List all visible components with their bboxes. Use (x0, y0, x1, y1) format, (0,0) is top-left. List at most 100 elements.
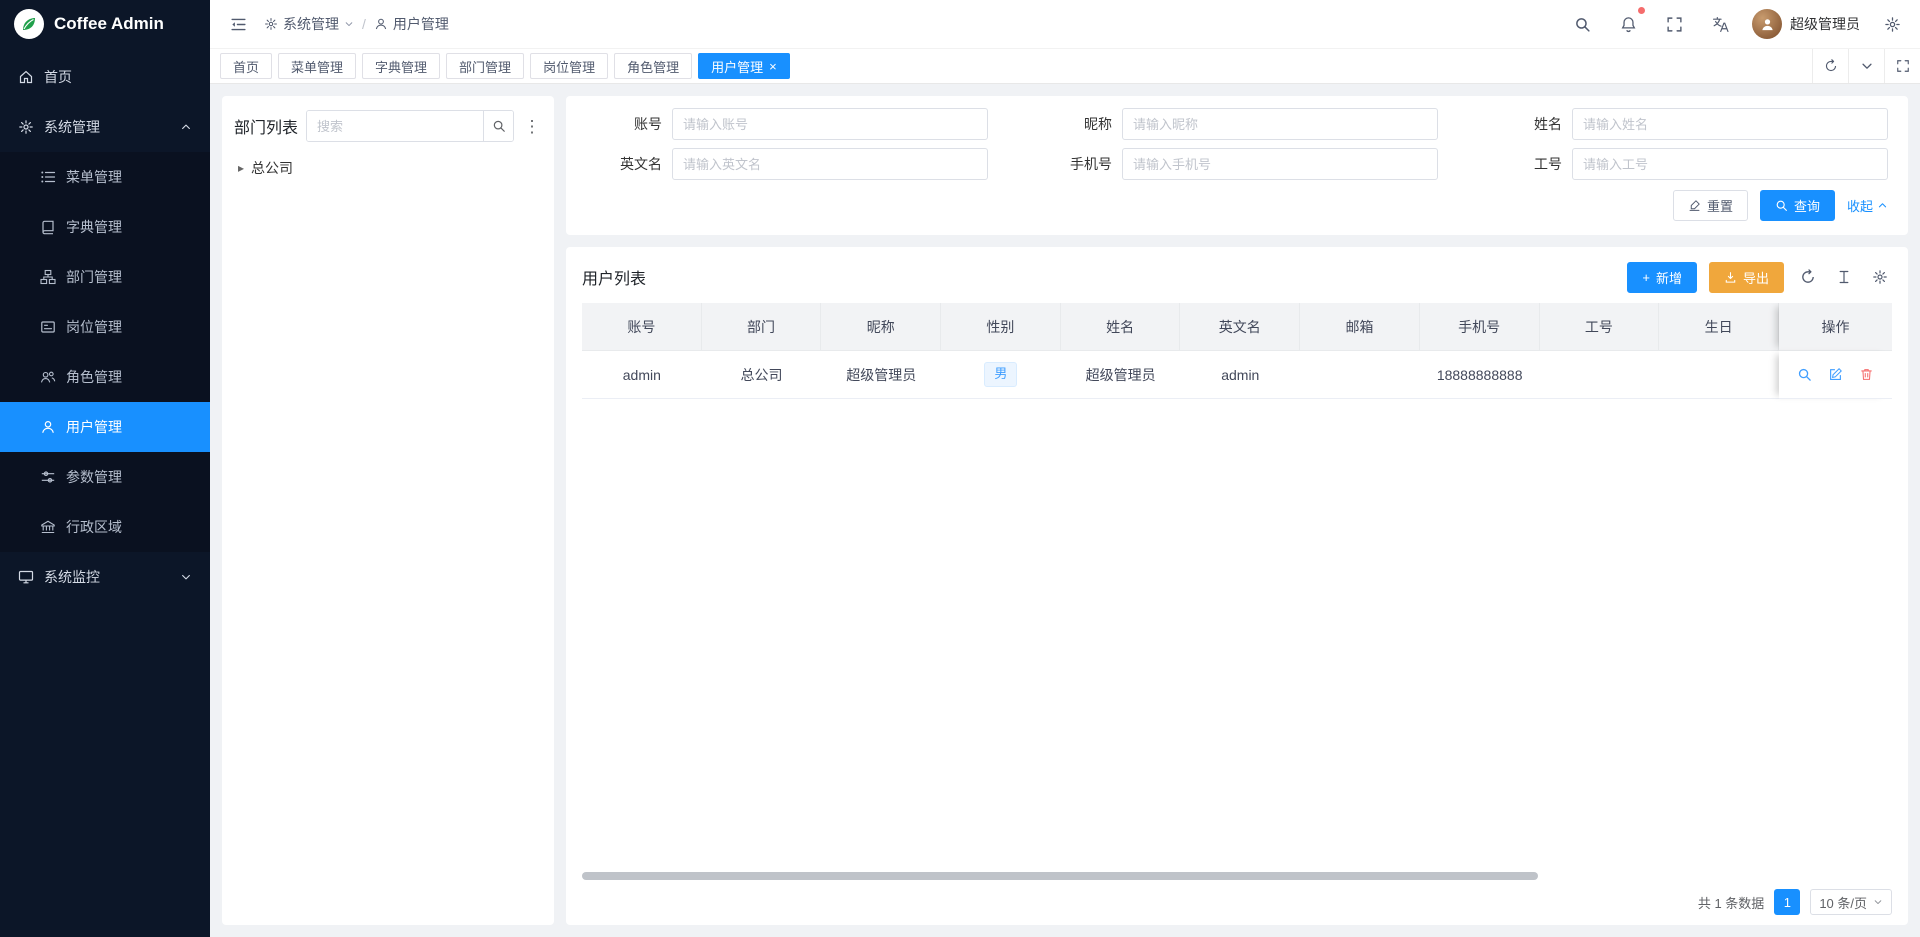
breadcrumb: 系统管理 / 用户管理 (264, 14, 449, 34)
tab-home[interactable]: 首页 (220, 53, 272, 79)
settings-button[interactable] (1878, 10, 1906, 38)
username: 超级管理员 (1790, 14, 1860, 34)
tab-menu-management[interactable]: 菜单管理 (278, 53, 356, 79)
refresh-icon (1800, 269, 1816, 285)
sidebar: Coffee Admin 首页 系统管理 菜单管理 字典管理 (0, 0, 210, 937)
reset-button[interactable]: 重置 (1673, 190, 1748, 221)
field-label: 昵称 (1036, 114, 1112, 134)
table-card-header: 用户列表 + 新增 导出 (582, 257, 1892, 297)
table-row[interactable]: admin 总公司 超级管理员 男 超级管理员 admin 188 (582, 351, 1892, 399)
table-density-button[interactable] (1832, 265, 1856, 289)
tab-role-management[interactable]: 角色管理 (614, 53, 692, 79)
gender-tag: 男 (984, 362, 1017, 386)
delete-row-button[interactable] (1858, 366, 1876, 384)
sidebar-item-label: 系统管理 (44, 117, 100, 137)
coffee-leaf-icon (14, 9, 44, 39)
field-label: 姓名 (1486, 114, 1562, 134)
search-icon (1775, 199, 1788, 212)
horizontal-scrollbar-thumb[interactable] (582, 872, 1538, 880)
edit-icon (1828, 367, 1843, 382)
tab-dict-management[interactable]: 字典管理 (362, 53, 440, 79)
tab-refresh-button[interactable] (1812, 49, 1848, 83)
sidebar-item-system-management[interactable]: 系统管理 (0, 102, 210, 152)
collapse-filter-button[interactable]: 收起 (1847, 196, 1888, 215)
user-icon (374, 17, 388, 31)
field-phone: 手机号 (1036, 148, 1438, 180)
sidebar-item-role-management[interactable]: 角色管理 (0, 352, 210, 402)
cell-gender: 男 (941, 351, 1061, 399)
notification-badge-dot (1638, 7, 1645, 14)
view-row-button[interactable] (1796, 366, 1814, 384)
tab-dept-management[interactable]: 部门管理 (446, 53, 524, 79)
column-header-account: 账号 (582, 303, 702, 351)
english-name-input[interactable] (672, 148, 988, 180)
column-header-actions: 操作 (1779, 303, 1892, 351)
content-fullscreen-button[interactable] (1884, 49, 1920, 83)
horizontal-scrollbar (582, 871, 1892, 881)
cell-work-id (1540, 351, 1660, 399)
tab-label: 字典管理 (375, 57, 427, 76)
field-name: 姓名 (1486, 108, 1888, 140)
sliders-icon (40, 469, 56, 485)
sidebar-collapse-button[interactable] (224, 10, 252, 38)
close-icon[interactable]: × (769, 60, 777, 73)
add-user-button[interactable]: + 新增 (1627, 262, 1697, 293)
sidebar-item-post-management[interactable]: 岗位管理 (0, 302, 210, 352)
name-input[interactable] (1572, 108, 1888, 140)
pagination: 共 1 条数据 1 10 条/页 (582, 885, 1892, 919)
pagination-page-1[interactable]: 1 (1774, 889, 1800, 915)
bank-icon (40, 519, 56, 535)
account-input[interactable] (672, 108, 988, 140)
table-settings-button[interactable] (1868, 265, 1892, 289)
search-filter-grid: 账号 昵称 姓名 英文名 (586, 108, 1888, 180)
sidebar-item-dept-management[interactable]: 部门管理 (0, 252, 210, 302)
department-more-button[interactable]: ⋮ (522, 112, 542, 140)
sidebar-item-user-management[interactable]: 用户管理 (0, 402, 210, 452)
list-icon (40, 169, 56, 185)
tab-user-management[interactable]: 用户管理 × (698, 53, 790, 79)
sidebar-item-label: 系统监控 (44, 567, 100, 587)
table-card-title: 用户列表 (582, 265, 646, 289)
page-size-select[interactable]: 10 条/页 (1810, 889, 1892, 915)
export-button[interactable]: 导出 (1709, 262, 1784, 293)
menu-fold-icon (230, 16, 247, 33)
filter-actions: 重置 查询 收起 (586, 190, 1888, 221)
nickname-input[interactable] (1122, 108, 1438, 140)
query-button-label: 查询 (1794, 196, 1820, 215)
sidebar-item-menu-management[interactable]: 菜单管理 (0, 152, 210, 202)
app-logo[interactable]: Coffee Admin (0, 0, 210, 48)
tree-node-head-office[interactable]: ▸ 总公司 (234, 154, 542, 182)
team-icon (40, 369, 56, 385)
table-refresh-button[interactable] (1796, 265, 1820, 289)
sidebar-item-home[interactable]: 首页 (0, 52, 210, 102)
department-search-button[interactable] (483, 111, 513, 141)
tab-actions-dropdown-button[interactable] (1848, 49, 1884, 83)
user-menu[interactable]: 超级管理员 (1752, 9, 1860, 39)
trash-icon (1859, 367, 1874, 382)
fullscreen-button[interactable] (1660, 10, 1688, 38)
tab-label: 菜单管理 (291, 57, 343, 76)
tab-post-management[interactable]: 岗位管理 (530, 53, 608, 79)
sidebar-item-param-management[interactable]: 参数管理 (0, 452, 210, 502)
language-button[interactable] (1706, 10, 1734, 38)
sidebar-item-system-monitor[interactable]: 系统监控 (0, 552, 210, 602)
department-search-input[interactable] (307, 111, 483, 141)
notifications-button[interactable] (1614, 10, 1642, 38)
sidebar-item-dict-management[interactable]: 字典管理 (0, 202, 210, 252)
chevron-down-icon (1873, 897, 1883, 907)
caret-right-icon[interactable]: ▸ (238, 161, 244, 175)
work-id-input[interactable] (1572, 148, 1888, 180)
edit-row-button[interactable] (1827, 366, 1845, 384)
department-panel-header: 部门列表 ⋮ (234, 110, 542, 142)
chevron-up-icon (180, 121, 192, 133)
column-header-email: 邮箱 (1300, 303, 1420, 351)
field-english-name: 英文名 (586, 148, 988, 180)
global-search-button[interactable] (1568, 10, 1596, 38)
book-icon (40, 219, 56, 235)
breadcrumb-system-management[interactable]: 系统管理 (264, 14, 354, 34)
sidebar-item-region-management[interactable]: 行政区域 (0, 502, 210, 552)
phone-input[interactable] (1122, 148, 1438, 180)
app-title: Coffee Admin (54, 14, 164, 34)
query-button[interactable]: 查询 (1760, 190, 1835, 221)
tab-controls (1812, 49, 1920, 83)
